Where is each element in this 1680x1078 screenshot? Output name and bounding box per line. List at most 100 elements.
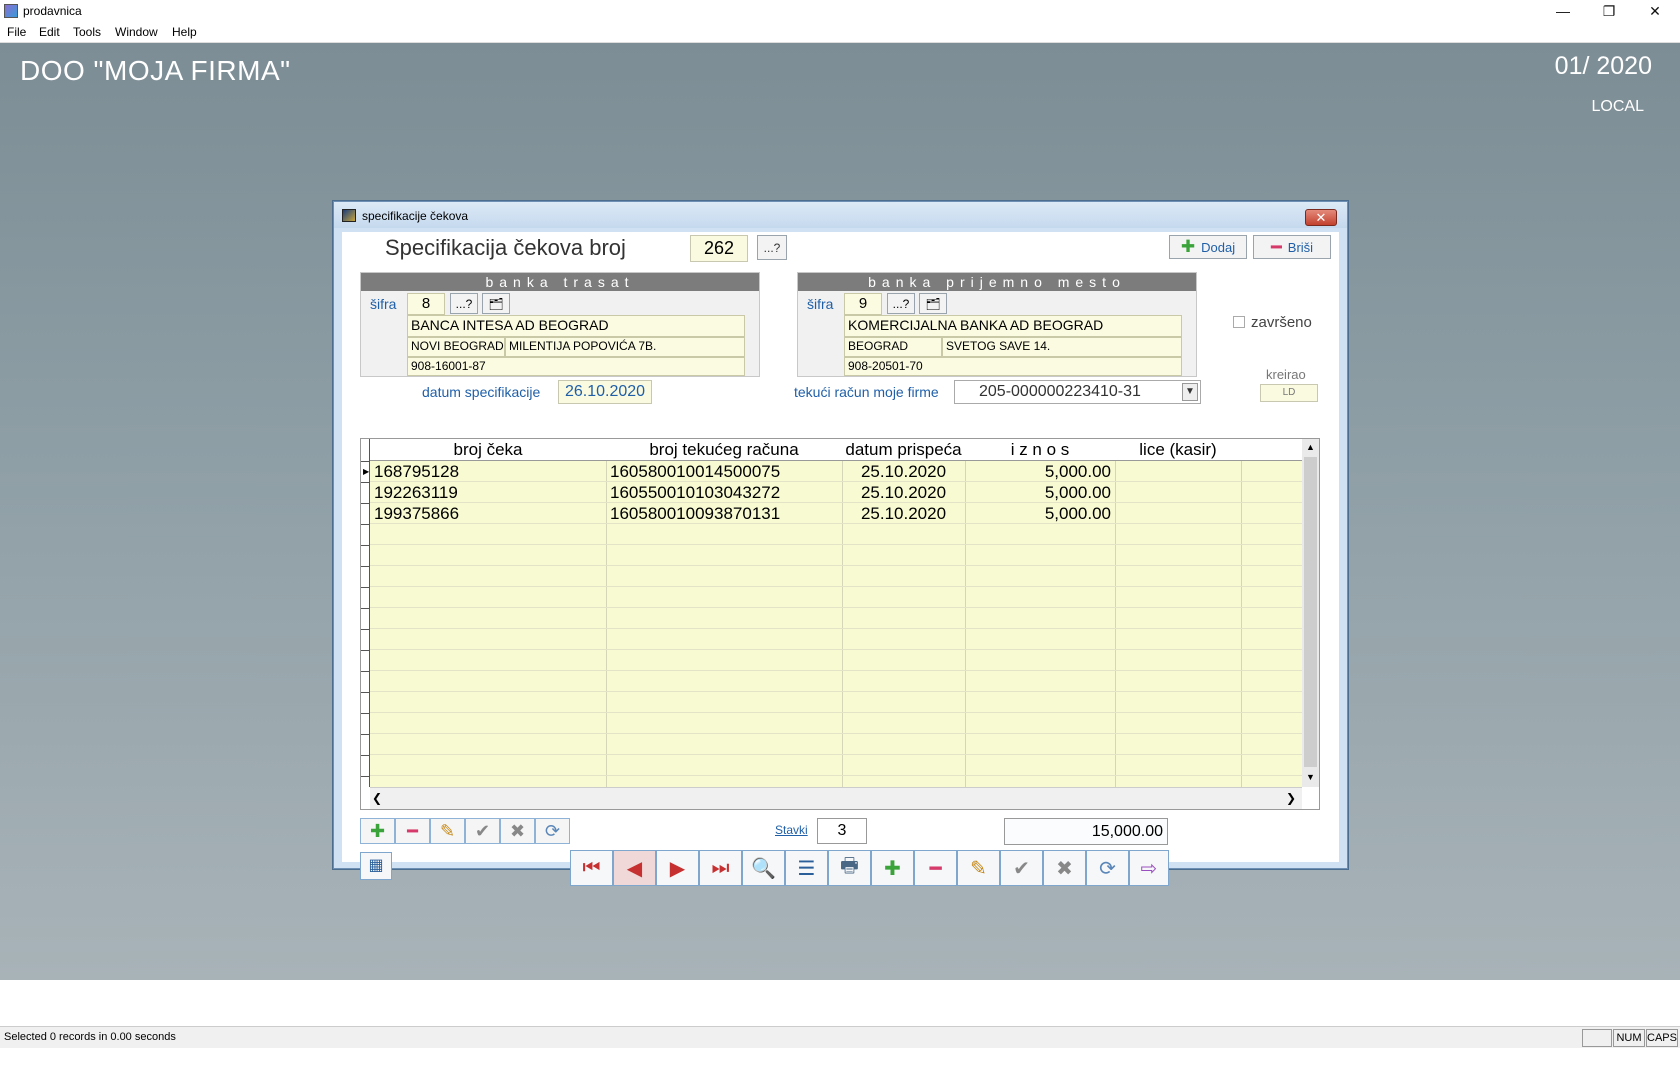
bank-prijemno-title: banka prijemno mesto [798, 273, 1196, 291]
table-row[interactable] [370, 608, 1302, 629]
tekuci-label: tekući račun moje firme [794, 384, 939, 400]
list-icon[interactable]: ☰ [785, 850, 828, 886]
bank-trasat-street: MILENTIJA POPOVIĆA 7B. [505, 337, 745, 357]
table-row[interactable]: 192263119 160550010103043272 25.10.2020 … [370, 482, 1302, 503]
table-row[interactable] [370, 629, 1302, 650]
scroll-up-icon[interactable]: ▲ [1302, 439, 1319, 455]
scroll-down-icon[interactable]: ▼ [1302, 769, 1319, 785]
bank-prijemno-sifra-field[interactable]: 9 [844, 293, 882, 315]
calculator-icon[interactable]: ▦ [360, 852, 392, 880]
bank-prijemno-folder-icon[interactable]: 🗂 [919, 293, 947, 314]
table-row[interactable] [370, 524, 1302, 545]
menu-edit[interactable]: Edit [39, 25, 60, 39]
bank-trasat-sifra-field[interactable]: 8 [407, 293, 445, 315]
bank-prijemno-lookup-button[interactable]: ...? [887, 293, 915, 314]
grid-refresh-icon[interactable]: ⟳ [535, 818, 570, 844]
edit-record-icon[interactable]: ✎ [957, 850, 1000, 886]
table-row[interactable] [370, 755, 1302, 776]
chevron-down-icon[interactable]: ▼ [1182, 383, 1198, 401]
cell-iznos: 5,000.00 [1044, 504, 1111, 523]
cell-lice [1119, 482, 1239, 503]
bank-trasat-title: banka trasat [361, 273, 759, 291]
minus-icon: ━ [1270, 236, 1282, 257]
menu-tools[interactable]: Tools [73, 25, 101, 39]
datum-field[interactable]: 26.10.2020 [558, 380, 652, 404]
grid-row-selector: ▶ [361, 439, 370, 787]
col-broj-racuna[interactable]: broj tekućeg računa [606, 440, 842, 460]
cell-broj: 192263119 [374, 483, 458, 502]
table-row[interactable] [370, 671, 1302, 692]
print-icon[interactable]: 🖶 [828, 850, 871, 886]
cell-broj: 199375866 [374, 504, 460, 523]
table-row[interactable]: 168795128 160580010014500075 25.10.2020 … [370, 461, 1302, 482]
delete-button[interactable]: ━ Briši [1253, 235, 1331, 259]
search-icon[interactable]: 🔍 [742, 850, 785, 886]
table-row[interactable] [370, 692, 1302, 713]
bank-trasat-folder-icon[interactable]: 🗂 [482, 293, 510, 314]
table-row[interactable] [370, 587, 1302, 608]
dialog-close-button[interactable]: ✕ [1305, 209, 1337, 226]
stavki-label[interactable]: Stavki [775, 823, 808, 837]
table-row[interactable]: 199375866 160580010093870131 25.10.2020 … [370, 503, 1302, 524]
menu-file[interactable]: File [7, 25, 26, 39]
previous-record-icon[interactable]: ◀ [613, 850, 656, 886]
scroll-right-icon[interactable]: ❯ [1286, 791, 1296, 805]
bank-trasat-lookup-button[interactable]: ...? [450, 293, 478, 314]
menu-window[interactable]: Window [115, 25, 158, 39]
col-iznos[interactable]: i z n o s [965, 440, 1115, 460]
spec-lookup-button[interactable]: ...? [757, 235, 787, 260]
grid-add-icon[interactable]: ✚ [360, 818, 395, 844]
bottom-area [0, 980, 1680, 1026]
kreirao-label: kreirao [1266, 367, 1306, 382]
exit-icon[interactable]: ⇨ [1129, 850, 1169, 886]
dialog-caption: specifikacije čekova ✕ [334, 202, 1347, 228]
period-label: 01/ 2020 [1554, 52, 1652, 80]
scroll-thumb[interactable] [1304, 457, 1317, 767]
dialog-title: specifikacije čekova [362, 209, 469, 223]
tekuci-select[interactable]: 205-000000223410-31 ▼ [954, 380, 1201, 404]
delete-record-icon[interactable]: ━ [914, 850, 957, 886]
bank-trasat-city: NOVI BEOGRAD [407, 337, 505, 357]
cell-racun: 160580010014500075 [610, 462, 781, 481]
grid-horizontal-scrollbar[interactable]: ❮ ❯ [370, 787, 1302, 809]
refresh-icon[interactable]: ⟳ [1086, 850, 1129, 886]
col-broj-ceka[interactable]: broj čeka [370, 440, 606, 460]
bank-trasat-sifra-label: šifra [370, 296, 397, 312]
zavrseno-checkbox[interactable] [1233, 316, 1245, 328]
grid-header: broj čeka broj tekućeg računa datum pris… [370, 439, 1302, 461]
num-indicator: NUM [1613, 1029, 1645, 1047]
table-row[interactable] [370, 566, 1302, 587]
cancel-record-icon[interactable]: ✖ [1043, 850, 1086, 886]
close-button[interactable]: ✕ [1632, 0, 1678, 22]
first-record-icon[interactable]: ⏮ [570, 850, 613, 886]
grid-edit-icon[interactable]: ✎ [430, 818, 465, 844]
table-row[interactable] [370, 545, 1302, 566]
datum-label: datum specifikacije [422, 384, 541, 400]
table-row[interactable] [370, 734, 1302, 755]
app-icon [4, 4, 18, 18]
scroll-left-icon[interactable]: ❮ [372, 791, 382, 805]
add-button[interactable]: ✚ Dodaj [1169, 235, 1247, 259]
total-amount: 15,000.00 [1004, 818, 1168, 845]
next-record-icon[interactable]: ▶ [656, 850, 699, 886]
col-lice[interactable]: lice (kasir) [1115, 440, 1241, 460]
grid-vertical-scrollbar[interactable]: ▲ ▼ [1302, 439, 1319, 787]
table-row[interactable] [370, 713, 1302, 734]
last-record-icon[interactable]: ⏭ [699, 850, 742, 886]
grid-remove-icon[interactable]: ━ [395, 818, 430, 844]
grid-confirm-icon[interactable]: ✔ [465, 818, 500, 844]
menu-help[interactable]: Help [172, 25, 197, 39]
bank-trasat-account: 908-16001-87 [407, 357, 745, 376]
spec-number-field[interactable]: 262 [690, 235, 748, 262]
minimize-button[interactable]: — [1540, 0, 1586, 22]
add-record-icon[interactable]: ✚ [871, 850, 914, 886]
grid-body: 168795128 160580010014500075 25.10.2020 … [370, 461, 1302, 809]
cell-datum: 25.10.2020 [860, 483, 947, 502]
restore-button[interactable]: ❐ [1586, 0, 1632, 22]
table-row[interactable] [370, 650, 1302, 671]
bank-prijemno-name: KOMERCIJALNA BANKA AD BEOGRAD [844, 315, 1182, 337]
save-record-icon[interactable]: ✔ [1000, 850, 1043, 886]
grid-cancel-icon[interactable]: ✖ [500, 818, 535, 844]
navigation-toolbar: ⏮ ◀ ▶ ⏭ 🔍 ☰ 🖶 ✚ ━ ✎ ✔ ✖ ⟳ ⇨ [570, 850, 1169, 888]
col-datum-prispeca[interactable]: datum prispeća [842, 440, 965, 460]
